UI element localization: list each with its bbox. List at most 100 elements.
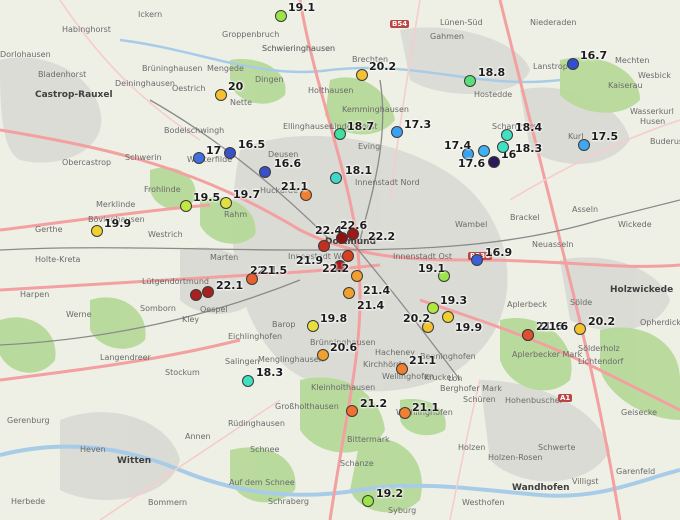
place-label: Lichtendorf: [578, 357, 624, 366]
measurement-marker[interactable]: [478, 145, 490, 157]
place-label: Brackel: [510, 213, 540, 222]
measurement-marker[interactable]: [343, 287, 355, 299]
place-label: Stockum: [165, 368, 200, 377]
place-label: Neuasseln: [532, 240, 574, 249]
place-label: Aplerbecker Mark: [512, 350, 583, 359]
place-label: Bodelschwingh: [164, 126, 225, 135]
measurement-marker[interactable]: [399, 407, 411, 419]
place-label: Auf dem Schnee: [229, 478, 295, 487]
measurement-marker[interactable]: [396, 363, 408, 375]
place-label: Kemminghausen: [342, 105, 409, 114]
measurement-marker[interactable]: [391, 126, 403, 138]
place-label: Brüninghausen: [142, 64, 203, 73]
place-label: Husen: [640, 117, 666, 126]
place-label: Buderus: [650, 137, 680, 146]
place-label: Salingen: [225, 357, 260, 366]
measurement-marker[interactable]: [215, 89, 227, 101]
place-label: Schwerte: [538, 443, 576, 452]
place-label: Witten: [117, 456, 152, 466]
place-label: Groppenbruch: [222, 30, 280, 39]
measurement-marker[interactable]: [330, 172, 342, 184]
place-label: Villigst: [572, 477, 599, 486]
place-label: Eving: [358, 142, 381, 151]
measurement-marker[interactable]: [242, 375, 254, 387]
measurement-marker[interactable]: [224, 147, 236, 159]
place-label: Menglinghausen: [258, 355, 324, 364]
place-label: Sölde: [570, 298, 593, 307]
measurement-marker[interactable]: [574, 323, 586, 335]
place-label: Rahm: [224, 210, 248, 219]
measurement-marker[interactable]: [522, 329, 534, 341]
measurement-marker[interactable]: [464, 75, 476, 87]
place-label: Somborn: [140, 304, 176, 313]
measurement-marker[interactable]: [488, 156, 500, 168]
measurement-marker[interactable]: [347, 228, 359, 240]
measurement-value: 20.6: [330, 341, 358, 354]
place-label: Holzen: [458, 443, 486, 452]
measurement-value: 22.2: [368, 230, 396, 243]
measurement-value: 21.5: [260, 264, 288, 277]
place-label: Annen: [185, 432, 211, 441]
measurement-marker[interactable]: [501, 129, 513, 141]
measurement-marker[interactable]: [180, 200, 192, 212]
place-label: Asseln: [572, 205, 599, 214]
measurement-value: 16.7: [580, 49, 608, 62]
measurement-marker[interactable]: [246, 273, 258, 285]
measurement-marker[interactable]: [318, 240, 330, 252]
measurement-value: 20.2: [369, 60, 397, 73]
measurement-marker[interactable]: [193, 152, 205, 164]
place-label: Rüdinghausen: [228, 419, 285, 428]
place-label: Garenfeld: [616, 467, 656, 476]
place-label: Opherdicke: [640, 318, 680, 327]
measurement-marker[interactable]: [346, 405, 358, 417]
place-label: Werne: [66, 310, 92, 319]
measurement-value: 21.1: [409, 354, 437, 367]
measurement-value: 18.8: [478, 66, 506, 79]
measurement-marker[interactable]: [334, 128, 346, 140]
measurement-value: 19.7: [233, 188, 261, 201]
place-label: Kruckel: [424, 373, 454, 382]
place-label: Lanstrop: [533, 62, 568, 71]
measurement-marker[interactable]: [567, 58, 579, 70]
measurement-marker[interactable]: [259, 166, 271, 178]
measurement-value: 16.9: [485, 246, 513, 259]
place-label: Gerthe: [35, 225, 63, 234]
place-label: Oestrich: [172, 84, 206, 93]
place-label: Schraberg: [268, 497, 309, 506]
place-label: Aplerbeck: [507, 300, 548, 309]
measurement-marker[interactable]: [497, 141, 509, 153]
measurement-marker[interactable]: [202, 286, 214, 298]
place-label: Mengede: [207, 64, 244, 73]
measurement-marker[interactable]: [190, 289, 202, 301]
measurement-marker[interactable]: [351, 270, 363, 282]
measurement-marker[interactable]: [471, 254, 483, 266]
place-label: Eichlinghofen: [228, 332, 283, 341]
measurement-value: 18.1: [345, 164, 373, 177]
map-canvas[interactable]: Lünen-Süd Niederaden Gahmen Brechten Habingh…: [0, 0, 680, 520]
place-label: Kaiserau: [608, 81, 643, 90]
place-label: Wickede: [618, 220, 652, 229]
place-label: Westhofen: [462, 498, 505, 507]
measurement-value: 18.7: [347, 120, 375, 133]
measurement-value: 21.2: [360, 397, 388, 410]
place-label: Gahmen: [430, 32, 464, 41]
measurement-marker[interactable]: [91, 225, 103, 237]
place-label: Bommern: [148, 498, 188, 507]
place-label: Langendreer: [100, 353, 151, 362]
measurement-marker[interactable]: [442, 311, 454, 323]
place-label: Wandhofen: [512, 483, 570, 493]
place-label: Schanze: [340, 459, 374, 468]
measurement-value: 17: [206, 144, 222, 157]
measurement-marker[interactable]: [317, 349, 329, 361]
measurement-value: 21.4: [357, 299, 385, 312]
measurement-marker[interactable]: [578, 139, 590, 151]
measurement-marker[interactable]: [220, 197, 232, 209]
measurement-marker[interactable]: [275, 10, 287, 22]
road-number-shield: A1: [558, 394, 573, 402]
measurement-marker[interactable]: [342, 250, 354, 262]
measurement-marker[interactable]: [362, 495, 374, 507]
place-label: Herbede: [11, 497, 46, 506]
place-label: Bittermark: [347, 435, 390, 444]
measurement-marker[interactable]: [356, 69, 368, 81]
measurement-marker[interactable]: [307, 320, 319, 332]
